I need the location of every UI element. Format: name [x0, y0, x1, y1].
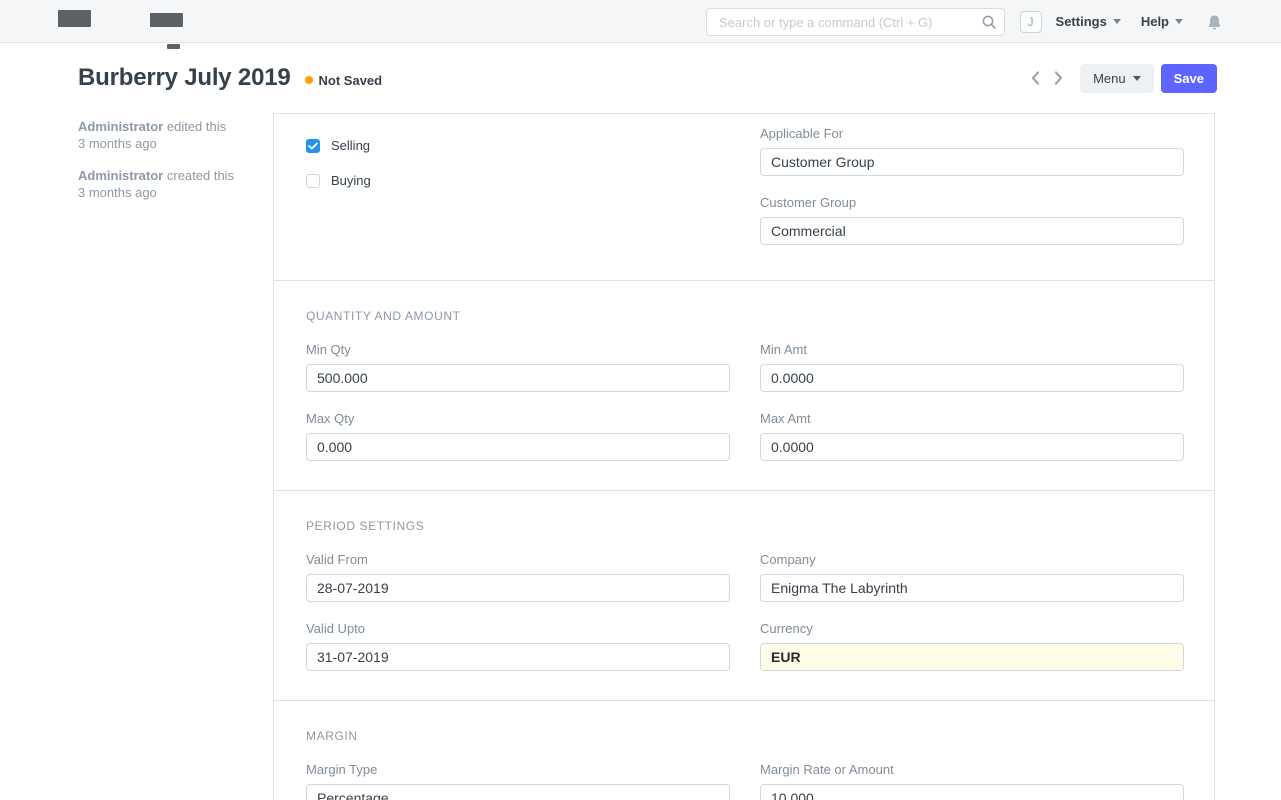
min-amt-input[interactable] — [760, 364, 1184, 392]
valid-from-label: Valid From — [306, 553, 730, 566]
checkbox-column: Selling Buying — [306, 127, 730, 208]
status-text: Not Saved — [319, 73, 383, 88]
timeline-when: 3 months ago — [78, 185, 157, 200]
help-label: Help — [1141, 14, 1169, 29]
field-customer-group: Customer Group — [760, 196, 1184, 245]
field-min-amt: Min Amt — [760, 343, 1184, 392]
buying-checkbox-label[interactable]: Buying — [331, 173, 371, 188]
margin-type-input[interactable] — [306, 784, 730, 800]
section-margin: MARGIN Margin Type Margin Rate or Amount — [274, 701, 1214, 800]
selling-checkbox-label[interactable]: Selling — [331, 138, 370, 153]
max-qty-label: Max Qty — [306, 412, 730, 425]
applicable-for-label: Applicable For — [760, 127, 1184, 140]
field-applicable-for: Applicable For — [760, 127, 1184, 176]
timeline-event: Administrator created this 3 months ago — [78, 167, 263, 201]
settings-label: Settings — [1056, 14, 1107, 29]
chevron-right-icon[interactable] — [1050, 69, 1067, 87]
caret-down-icon — [1133, 76, 1141, 81]
max-amt-label: Max Amt — [760, 412, 1184, 425]
timeline-action: edited this — [167, 119, 226, 134]
max-qty-input[interactable] — [306, 433, 730, 461]
valid-upto-label: Valid Upto — [306, 622, 730, 635]
caret-down-icon — [1113, 19, 1121, 24]
help-menu[interactable]: Help — [1141, 14, 1183, 29]
section-quantity-and-amount: QUANTITY AND AMOUNT Min Qty Min Amt Max … — [274, 281, 1214, 491]
user-avatar[interactable]: J — [1020, 11, 1042, 33]
timeline-user: Administrator — [78, 119, 163, 134]
status-dot-icon — [305, 76, 313, 84]
currency-label: Currency — [760, 622, 1184, 635]
search-input[interactable] — [706, 8, 1005, 36]
timeline-event: Administrator edited this 3 months ago — [78, 118, 263, 152]
section-heading: QUANTITY AND AMOUNT — [306, 309, 1184, 323]
field-margin-rate: Margin Rate or Amount — [760, 763, 1184, 800]
field-margin-type: Margin Type — [306, 763, 730, 800]
menu-button-label: Menu — [1093, 71, 1126, 86]
margin-rate-input[interactable] — [760, 784, 1184, 800]
field-valid-from: Valid From — [306, 553, 730, 602]
customer-group-input[interactable] — [760, 217, 1184, 245]
currency-input[interactable] — [760, 643, 1184, 671]
field-valid-upto: Valid Upto — [306, 622, 730, 671]
timeline-action: created this — [167, 168, 234, 183]
selling-checkbox[interactable] — [306, 139, 320, 153]
bell-icon[interactable] — [1207, 14, 1222, 30]
navbar: J Settings Help — [0, 0, 1281, 43]
menu-button[interactable]: Menu — [1080, 64, 1154, 93]
timeline-when: 3 months ago — [78, 136, 157, 151]
max-amt-input[interactable] — [760, 433, 1184, 461]
min-amt-label: Min Amt — [760, 343, 1184, 356]
applicable-for-input[interactable] — [760, 148, 1184, 176]
buying-checkbox[interactable] — [306, 174, 320, 188]
chevron-left-icon[interactable] — [1027, 69, 1044, 87]
page-body: Administrator edited this 3 months ago A… — [0, 113, 1281, 800]
caret-down-icon — [1175, 19, 1183, 24]
selling-checkbox-row[interactable]: Selling — [306, 138, 730, 153]
field-company: Company — [760, 553, 1184, 602]
margin-rate-label: Margin Rate or Amount — [760, 763, 1184, 776]
min-qty-input[interactable] — [306, 364, 730, 392]
margin-type-label: Margin Type — [306, 763, 730, 776]
navbar-right: J Settings Help — [1020, 0, 1222, 43]
field-max-qty: Max Qty — [306, 412, 730, 461]
page-title: Burberry July 2019 — [78, 64, 291, 92]
page-header: Burberry July 2019 Not Saved Menu Save — [0, 43, 1281, 113]
section-period-settings: PERIOD SETTINGS Valid From Company Valid… — [274, 491, 1214, 701]
buying-checkbox-row[interactable]: Buying — [306, 173, 730, 188]
min-qty-label: Min Qty — [306, 343, 730, 356]
company-label: Company — [760, 553, 1184, 566]
field-currency: Currency — [760, 622, 1184, 671]
save-button[interactable]: Save — [1161, 64, 1217, 93]
field-max-amt: Max Amt — [760, 412, 1184, 461]
section-heading: PERIOD SETTINGS — [306, 519, 1184, 533]
header-actions: Menu Save — [1027, 64, 1217, 93]
global-search — [706, 8, 1005, 36]
company-input[interactable] — [760, 574, 1184, 602]
section-applicability: Selling Buying Applicable For — [274, 114, 1214, 281]
timeline-user: Administrator — [78, 168, 163, 183]
applicability-column: Applicable For Customer Group — [760, 127, 1184, 265]
settings-menu[interactable]: Settings — [1056, 14, 1121, 29]
valid-upto-input[interactable] — [306, 643, 730, 671]
valid-from-input[interactable] — [306, 574, 730, 602]
sidebar-timeline: Administrator edited this 3 months ago A… — [78, 118, 263, 216]
redacted-logo-mark — [150, 13, 183, 27]
redacted-logo-mark — [58, 10, 91, 27]
customer-group-label: Customer Group — [760, 196, 1184, 209]
field-min-qty: Min Qty — [306, 343, 730, 392]
search-icon[interactable] — [982, 15, 996, 29]
status-indicator: Not Saved — [305, 73, 383, 88]
section-heading: MARGIN — [306, 729, 1184, 743]
redacted-logo-mark — [167, 44, 180, 49]
form-container: Selling Buying Applicable For — [273, 113, 1215, 800]
